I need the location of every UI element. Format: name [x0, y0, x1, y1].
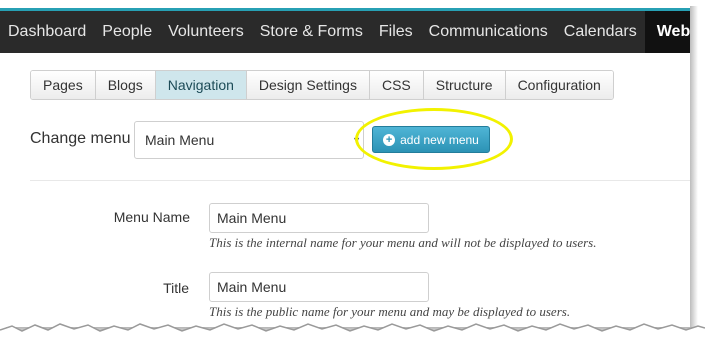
title-input[interactable]: Main Menu — [209, 272, 429, 302]
menu-select-value: Main Menu — [145, 132, 215, 148]
frame-shadow-right — [690, 6, 698, 331]
nav-volunteers[interactable]: Volunteers — [160, 11, 252, 53]
tab-configuration[interactable]: Configuration — [505, 71, 613, 99]
tab-navigation[interactable]: Navigation — [155, 71, 247, 99]
menu-name-input[interactable]: Main Menu — [209, 203, 429, 233]
app-window: Dashboard People Volunteers Store & Form… — [0, 0, 690, 327]
menu-name-label: Menu Name — [113, 209, 190, 225]
top-navigation: Dashboard People Volunteers Store & Form… — [0, 8, 690, 53]
tab-css[interactable]: CSS — [369, 71, 424, 99]
add-new-menu-button[interactable]: + add new menu — [372, 126, 490, 153]
nav-website[interactable]: Website — [644, 11, 690, 53]
menu-select[interactable]: Main Menu ▼ — [134, 121, 364, 159]
section-divider — [30, 180, 690, 181]
nav-dashboard[interactable]: Dashboard — [0, 11, 94, 53]
tab-design-settings[interactable]: Design Settings — [246, 71, 370, 99]
nav-calendars[interactable]: Calendars — [556, 11, 645, 53]
tab-pages[interactable]: Pages — [31, 71, 96, 99]
nav-files[interactable]: Files — [371, 11, 421, 53]
nav-communications[interactable]: Communications — [421, 11, 556, 53]
menu-name-help: This is the internal name for your menu … — [209, 235, 597, 250]
website-tabs: Pages Blogs Navigation Design Settings C… — [30, 70, 614, 100]
change-menu-label: Change menu — [30, 130, 131, 147]
plus-circle-icon: + — [383, 133, 396, 146]
torn-edge — [0, 323, 705, 343]
tab-blogs[interactable]: Blogs — [95, 71, 156, 99]
tab-structure[interactable]: Structure — [423, 71, 506, 99]
add-new-menu-label: add new menu — [400, 132, 479, 147]
nav-people[interactable]: People — [94, 11, 160, 53]
nav-store-forms[interactable]: Store & Forms — [252, 11, 371, 53]
title-label: Title — [163, 280, 189, 296]
